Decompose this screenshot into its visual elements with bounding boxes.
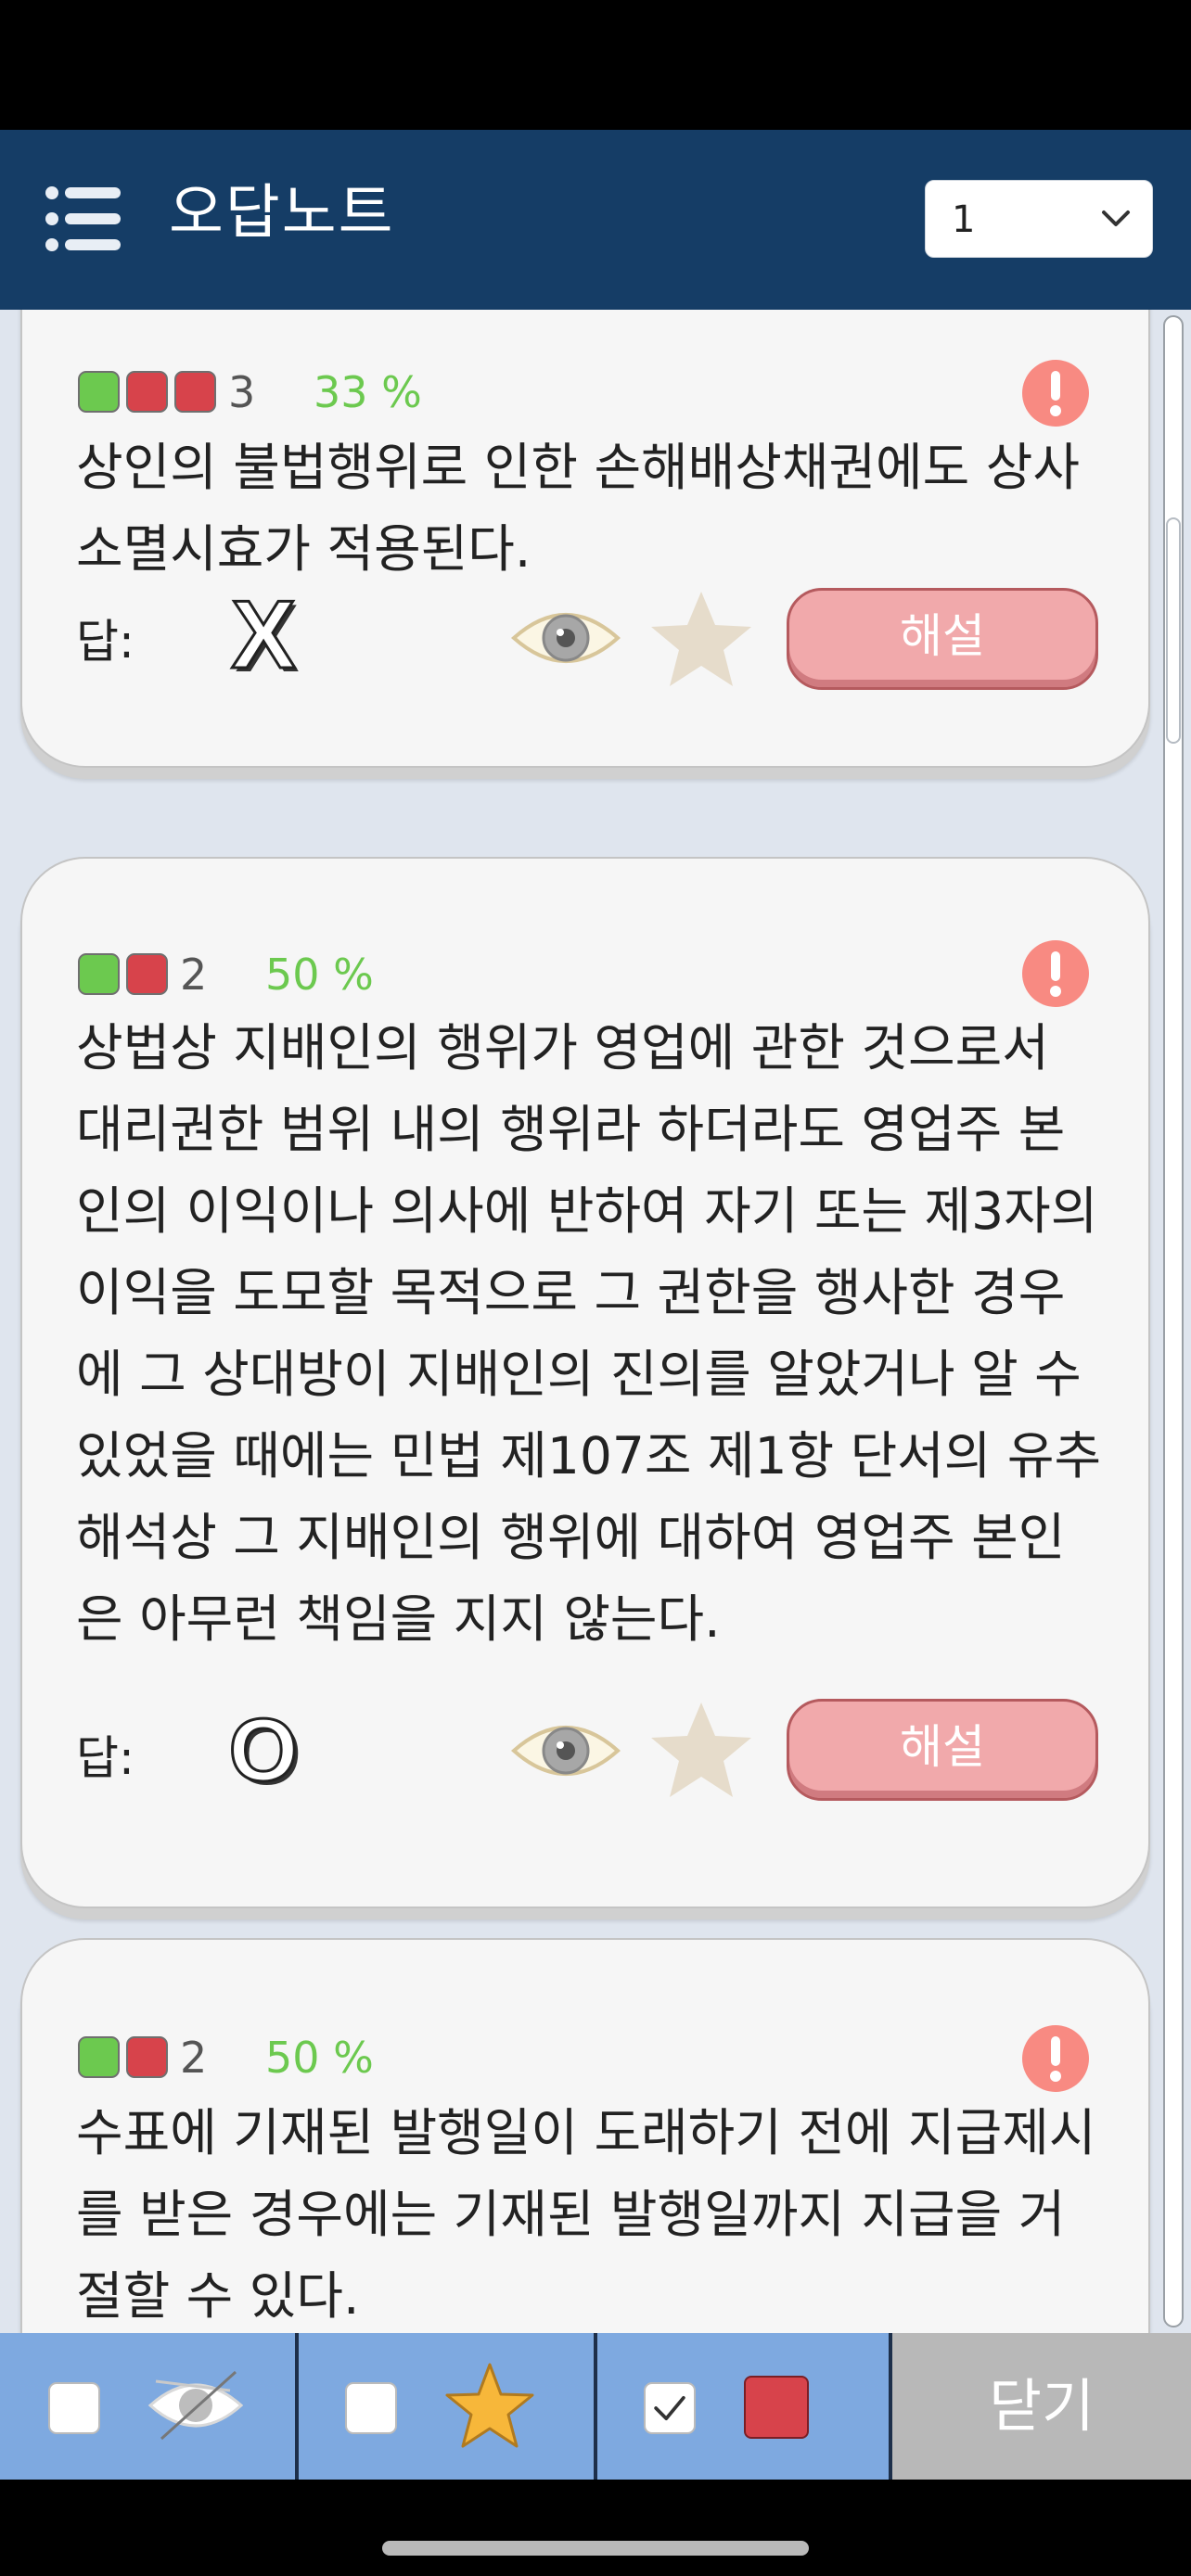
- correct-dot: [78, 2036, 120, 2078]
- alert-icon[interactable]: [1020, 938, 1091, 1009]
- answer-o-mark: O O: [227, 1704, 301, 1797]
- question-line: 인의 이익이나 의사에 반하여 자기 또는 제3자의: [76, 1181, 1098, 1241]
- menu-icon[interactable]: [45, 182, 122, 256]
- accuracy-percent: 50 %: [265, 2033, 374, 2083]
- page-select[interactable]: 1: [925, 180, 1153, 258]
- question-text: 상인의 불법행위로 인한 손해배상채권에도 상사 소멸시효가 적용된다.: [76, 427, 1115, 590]
- filter-starred[interactable]: [299, 2333, 597, 2480]
- question-line: 해석상 그 지배인의 행위에 대하여 영업주 본인: [76, 1508, 1066, 1567]
- answer-x-mark: X X: [230, 590, 300, 682]
- question-text: 수표에 기재된 발행일이 도래하기 전에 지급제시 를 받은 경우에는 기재된 …: [76, 2092, 1115, 2333]
- explanation-button[interactable]: 해설: [787, 1699, 1098, 1801]
- filter-wrong[interactable]: [597, 2333, 892, 2480]
- wrong-indicator: [744, 2376, 809, 2439]
- explanation-button[interactable]: 해설: [787, 588, 1098, 690]
- attempt-dots: [78, 953, 168, 995]
- star-icon[interactable]: [647, 588, 755, 690]
- attempt-dots: [78, 2036, 168, 2078]
- scrollbar[interactable]: [1163, 310, 1184, 2333]
- correct-dot: [78, 371, 120, 413]
- wrong-checkbox[interactable]: [644, 2382, 696, 2434]
- question-line: 상법상 지배인의 행위가 영업에 관한 것으로서: [76, 1018, 1049, 1078]
- question-line: 절할 수 있다.: [76, 2266, 360, 2326]
- question-card: 2 50 % 수표에 기재된 발행일이 도래하기 전에 지급제시 를 받은 경우…: [20, 1938, 1150, 2333]
- wrong-dot: [126, 953, 168, 995]
- alert-icon[interactable]: [1020, 358, 1091, 428]
- close-button[interactable]: 닫기: [892, 2333, 1191, 2480]
- alert-icon[interactable]: [1020, 2023, 1091, 2094]
- filter-bar: 닫기: [0, 2333, 1191, 2480]
- system-nav-bar: [0, 2480, 1191, 2576]
- page-select-value: 1: [952, 198, 976, 241]
- page-title: 오답노트: [169, 179, 395, 248]
- chevron-down-icon: [1102, 210, 1130, 226]
- accuracy-percent: 50 %: [265, 950, 374, 1000]
- question-card: 2 50 % 상법상 지배인의 행위가 영업에 관한 것으로서 대리권한 범위 …: [20, 857, 1150, 1908]
- attempt-count: 2: [180, 950, 208, 1000]
- wrong-dot: [174, 371, 216, 413]
- question-line: 에 그 상대방이 지배인의 진의를 알았거나 알 수: [76, 1345, 1082, 1404]
- question-list[interactable]: 3 33 % 상인의 불법행위로 인한 손해배상채권에도 상사 소멸시효가 적용…: [0, 310, 1191, 2333]
- attempt-count: 3: [228, 367, 256, 417]
- wrong-dot: [126, 371, 168, 413]
- hide-viewed-checkbox[interactable]: [48, 2382, 100, 2434]
- eye-icon[interactable]: [510, 599, 621, 677]
- home-indicator[interactable]: [382, 2541, 809, 2556]
- question-line: 은 아무런 책임을 지지 않는다.: [76, 1589, 721, 1649]
- question-line: 를 받은 경우에는 기재된 발행일까지 지급을 거: [76, 2185, 1066, 2244]
- starred-checkbox[interactable]: [345, 2382, 397, 2434]
- question-line: 있었을 때에는 민법 제107조 제1항 단서의 유추: [76, 1426, 1102, 1486]
- hidden-eye-icon: [147, 2370, 244, 2441]
- star-icon: [445, 2363, 534, 2448]
- question-line: 수표에 기재된 발행일이 도래하기 전에 지급제시: [76, 2103, 1096, 2162]
- check-icon: [654, 2396, 685, 2420]
- correct-dot: [78, 953, 120, 995]
- question-line: 이익을 도모할 목적으로 그 권한을 행사한 경우: [76, 1263, 1066, 1322]
- filter-hide-viewed[interactable]: [0, 2333, 299, 2480]
- question-text: 상법상 지배인의 행위가 영업에 관한 것으로서 대리권한 범위 내의 행위라 …: [76, 1007, 1115, 1660]
- question-line: 소멸시효가 적용된다.: [76, 519, 531, 579]
- eye-icon[interactable]: [510, 1712, 621, 1790]
- accuracy-percent: 33 %: [314, 367, 422, 417]
- attempt-count: 2: [180, 2033, 208, 2083]
- answer-label: 답:: [76, 1731, 134, 1785]
- status-bar: [0, 0, 1191, 130]
- question-line: 대리권한 범위 내의 행위라 하더라도 영업주 본: [76, 1100, 1066, 1159]
- wrong-dot: [126, 2036, 168, 2078]
- answer-value: X: [231, 590, 295, 682]
- question-line: 상인의 불법행위로 인한 손해배상채권에도 상사: [76, 438, 1080, 497]
- question-card: 3 33 % 상인의 불법행위로 인한 손해배상채권에도 상사 소멸시효가 적용…: [20, 310, 1150, 768]
- attempt-dots: [78, 371, 216, 413]
- scroll-thumb[interactable]: [1166, 517, 1181, 744]
- answer-label: 답:: [76, 615, 134, 669]
- star-icon[interactable]: [647, 1699, 755, 1801]
- answer-value: O: [229, 1704, 299, 1797]
